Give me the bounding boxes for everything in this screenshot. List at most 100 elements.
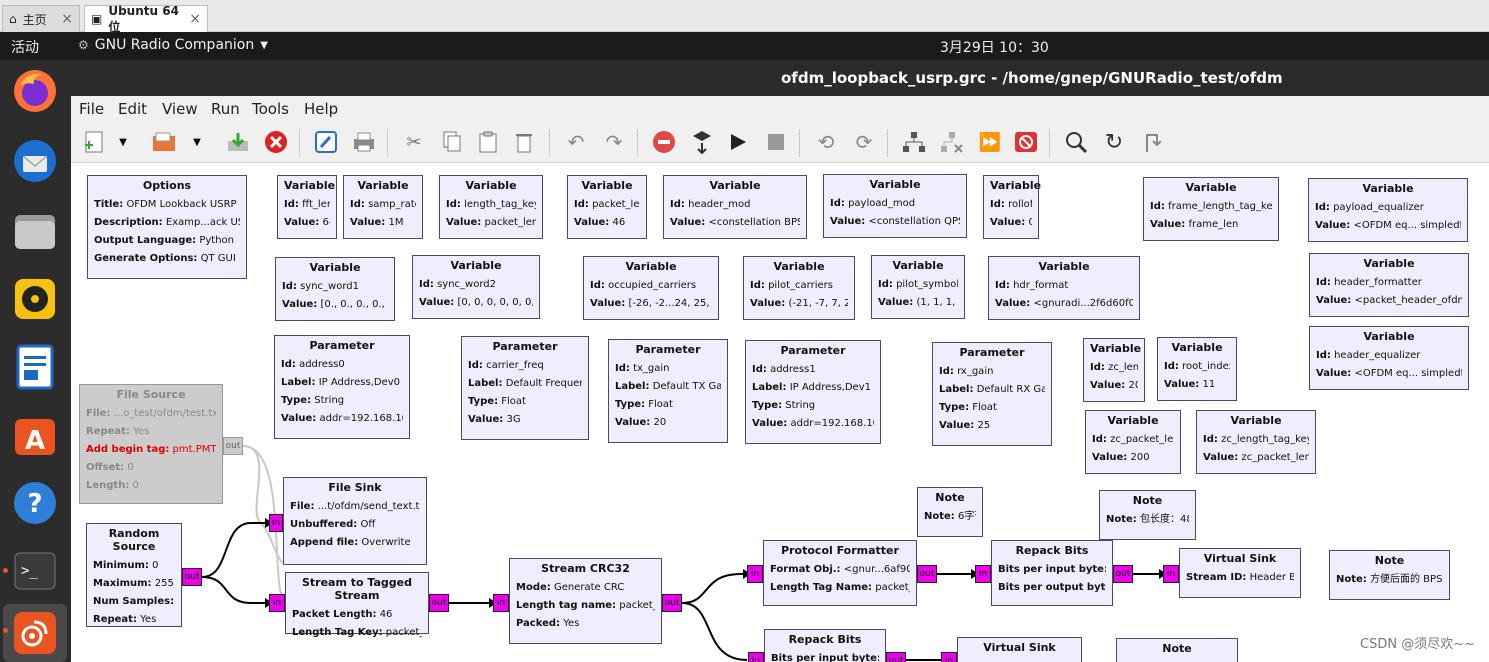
variable-block-zc-len[interactable]: VariableId: zc_lenValue: 200: [1083, 338, 1145, 402]
repack-bits-block[interactable]: Repack Bits Bits per input byte: 8: [764, 629, 886, 662]
generate-icon[interactable]: [689, 129, 715, 155]
connection-wire[interactable]: [681, 602, 748, 661]
menu-run[interactable]: Run: [211, 100, 240, 118]
activities-button[interactable]: 活动: [11, 37, 39, 57]
dropdown-icon[interactable]: ▼: [115, 129, 131, 155]
gnuradio-companion-icon[interactable]: [10, 608, 60, 658]
delete-icon[interactable]: [511, 129, 537, 155]
protocol-formatter-block[interactable]: Protocol Formatter Format Obj.: <gnur...6…: [763, 540, 917, 606]
variable-block-samp-rate[interactable]: Variable Id: samp_rate Value: 1M: [343, 175, 423, 239]
cut-icon[interactable]: ✂: [401, 129, 427, 155]
variable-block-pilot-carriers[interactable]: Variable Id: pilot_carriers Value: (-21, -…: [743, 256, 855, 320]
flowgraph-canvas[interactable]: Options Title: OFDM Lookback USRP Descript…: [71, 163, 1489, 662]
paste-icon[interactable]: [475, 129, 501, 155]
output-port[interactable]: out: [1113, 565, 1133, 583]
input-port[interactable]: in: [269, 514, 283, 532]
parameter-block-address1[interactable]: Parameter Id: address1 Label: IP Address,D…: [745, 340, 881, 444]
stream-to-tagged-stream-block[interactable]: Stream to Tagged Stream Packet Length: 46…: [285, 572, 429, 638]
rotate-cw-icon[interactable]: ⟳: [851, 129, 877, 155]
vm-tab-ubuntu[interactable]: ▣ Ubuntu 64 位 ×: [84, 4, 208, 34]
output-port[interactable]: out: [662, 594, 682, 612]
variable-block-payload-mod[interactable]: Variable Id: payload_mod Value: <constella…: [823, 174, 967, 238]
virtual-sink-block[interactable]: Virtual Sink Stream ID: Header Bits: [1179, 548, 1301, 598]
enable-icon[interactable]: [901, 129, 927, 155]
stream-crc32-block[interactable]: Stream CRC32 Mode: Generate CRC Length tag…: [509, 558, 662, 644]
reload-icon[interactable]: ↻: [1101, 129, 1127, 155]
disable-icon[interactable]: [939, 129, 965, 155]
libreoffice-writer-icon[interactable]: [10, 342, 60, 392]
variable-block-hdr-format[interactable]: Variable Id: hdr_format Value: <gnuradi...…: [988, 256, 1140, 320]
copy-icon[interactable]: [439, 129, 465, 155]
parameter-block-address0[interactable]: Parameter Id: address0 Label: IP Address,D…: [274, 335, 410, 439]
redo-icon[interactable]: ↷: [601, 129, 627, 155]
output-port[interactable]: out: [429, 594, 449, 612]
output-port[interactable]: out: [223, 437, 243, 455]
new-icon[interactable]: [81, 129, 107, 155]
note-block[interactable]: Note Note: 6字节: [917, 487, 983, 537]
dropdown-icon[interactable]: ▼: [189, 129, 205, 155]
close-icon[interactable]: [263, 129, 289, 155]
close-icon[interactable]: ×: [61, 11, 73, 27]
rhythmbox-icon[interactable]: [10, 274, 60, 324]
input-port[interactable]: in: [975, 565, 991, 583]
menu-edit[interactable]: Edit: [118, 100, 147, 118]
variable-block-pilot-symbols[interactable]: Variable Id: pilot_symbols Value: (1, 1, 1…: [871, 255, 965, 319]
open-icon[interactable]: [151, 129, 177, 155]
terminal-icon[interactable]: >_: [10, 546, 60, 596]
vm-tab-home[interactable]: ⌂ 主页 ×: [2, 5, 80, 32]
print-icon[interactable]: [351, 129, 377, 155]
output-port[interactable]: out: [182, 568, 202, 586]
app-menu-button[interactable]: ⚙ GNU Radio Companion ▼: [78, 37, 268, 53]
variable-block-frame-length-tag-key[interactable]: Variable Id: frame_length_tag_key Value: f…: [1143, 177, 1279, 241]
close-icon[interactable]: ×: [189, 11, 201, 27]
variable-block-length-tag-key[interactable]: Variable Id: length_tag_key Value: packet_…: [439, 175, 543, 239]
variable-block-header-equalizer[interactable]: Variable Id: header_equalizer Value: <OFDM…: [1309, 326, 1469, 390]
parameter-block-rx-gain[interactable]: Parameter Id: rx_gain Label: Default RX Ga…: [932, 342, 1052, 446]
variable-block-zc-length-tag-key[interactable]: Variable Id: zc_length_tag_key Value: zc_p…: [1196, 410, 1316, 474]
input-port[interactable]: in: [747, 565, 763, 583]
input-port[interactable]: in: [1163, 565, 1179, 583]
find-icon[interactable]: [1063, 129, 1089, 155]
file-source-block[interactable]: File Source File: ...o_test/ofdm/test.txt…: [79, 384, 223, 504]
input-port[interactable]: in: [269, 594, 285, 612]
bypass-icon[interactable]: ⏩: [977, 129, 1003, 155]
help-icon[interactable]: ?: [10, 478, 60, 528]
note-block[interactable]: Note Note: 方便后面的 BPSK: [1329, 550, 1450, 600]
output-port[interactable]: out: [886, 652, 906, 662]
variable-block-root-index[interactable]: Variable Id: root_index Value: 11: [1157, 337, 1237, 401]
variable-block-fft-len[interactable]: VariableId: fft_lenValue: 64: [277, 175, 337, 239]
random-source-block[interactable]: Random Source Minimum: 0 Maximum: 255 Num S…: [86, 523, 182, 627]
menu-help[interactable]: Help: [304, 100, 338, 118]
variable-block-rolloff[interactable]: VariableId: rolloffValue: 0: [983, 175, 1041, 239]
variable-block-occupied-carriers[interactable]: Variable Id: occupied_carriers Value: [-26…: [583, 256, 719, 320]
file-sink-block[interactable]: File Sink File: ...t/ofdm/send_text.txt Un…: [283, 477, 427, 565]
rotate-ccw-icon[interactable]: ⟲: [813, 129, 839, 155]
options-block[interactable]: Options Title: OFDM Lookback USRP Descript…: [87, 175, 247, 279]
thunderbird-icon[interactable]: [10, 136, 60, 186]
variable-block-header-mod[interactable]: Variable Id: header_mod Value: <constellat…: [663, 175, 807, 239]
window-titlebar[interactable]: ofdm_loopback_usrp.grc - /home/gnep/GNUR…: [71, 60, 1489, 96]
connection-wire[interactable]: [201, 522, 269, 578]
note-block[interactable]: Note Note: 包长度：48: [1099, 490, 1196, 540]
clock[interactable]: 3月29日 10：30: [940, 37, 1049, 57]
connection-wire[interactable]: [681, 573, 747, 604]
execute-icon[interactable]: [725, 129, 751, 155]
menu-file[interactable]: File: [79, 100, 104, 118]
menu-view[interactable]: View: [162, 100, 198, 118]
variable-block-zc-packet-len[interactable]: Variable Id: zc_packet_len Value: 200: [1085, 410, 1181, 474]
input-port[interactable]: in: [941, 652, 957, 662]
connection-wire[interactable]: [201, 576, 269, 604]
error-icon[interactable]: [1013, 129, 1039, 155]
variable-block-sync-word2[interactable]: Variable Id: sync_word2 Value: [0, 0, 0, 0…: [412, 255, 540, 319]
save-icon[interactable]: [225, 129, 251, 155]
input-port[interactable]: in: [493, 594, 509, 612]
edit-icon[interactable]: [313, 129, 339, 155]
virtual-sink-block[interactable]: Virtual Sink: [957, 637, 1082, 662]
kill-icon[interactable]: [651, 129, 677, 155]
app-center-icon[interactable]: A: [10, 410, 60, 460]
variable-block-header-formatter[interactable]: Variable Id: header_formatter Value: <pack…: [1309, 253, 1469, 317]
variable-block-payload-equalizer[interactable]: Variable Id: payload_equalizer Value: <OFD…: [1308, 178, 1468, 242]
parameter-block-carrier-freq[interactable]: Parameter Id: carrier_freq Label: Default …: [461, 336, 589, 440]
menu-tools[interactable]: Tools: [252, 100, 289, 118]
stop-icon[interactable]: [763, 129, 789, 155]
